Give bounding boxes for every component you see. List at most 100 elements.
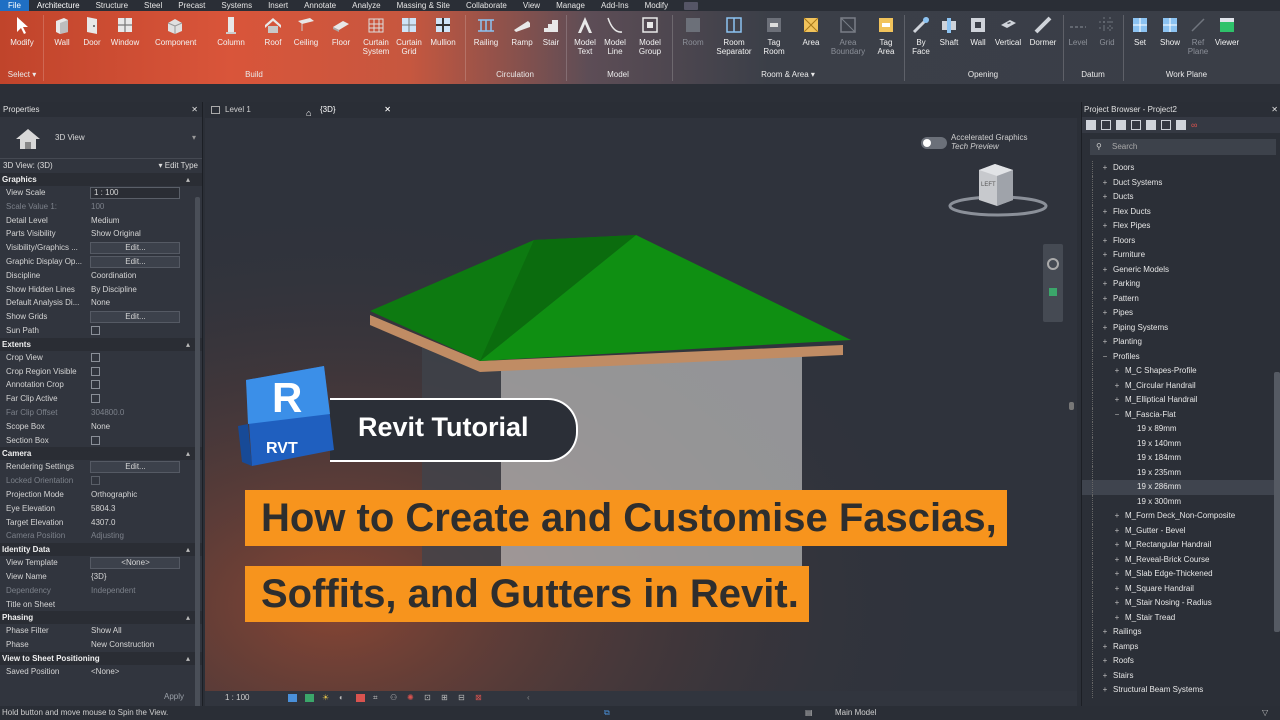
temp-hide-icon[interactable]: ⚇: [390, 693, 397, 702]
room-button[interactable]: Room: [673, 15, 713, 47]
property-value[interactable]: <None>: [90, 665, 180, 679]
component-button[interactable]: Component: [155, 15, 196, 47]
expand-icon[interactable]: +: [1112, 393, 1122, 408]
expand-icon[interactable]: +: [1100, 640, 1110, 655]
section-view-to-sheet-positioning[interactable]: View to Sheet Positioning ▴: [0, 651, 202, 665]
checkbox[interactable]: [91, 366, 100, 376]
expand-icon[interactable]: +: [1100, 234, 1110, 249]
collapse-icon[interactable]: ▴: [186, 338, 190, 351]
accelerated-graphics-toggle[interactable]: [921, 137, 947, 149]
tree-node-floors[interactable]: + Floors: [1082, 233, 1274, 249]
collapse-icon[interactable]: ▴: [186, 173, 190, 186]
property-value[interactable]: [90, 378, 180, 392]
house-left-wall[interactable]: [422, 346, 501, 588]
tree-node-planting[interactable]: + Planting: [1082, 335, 1274, 350]
property-value[interactable]: Edit...: [90, 311, 180, 324]
detail-level-icon[interactable]: [288, 694, 297, 702]
tree-node-m-stair-nosing-radius[interactable]: + M_Stair Nosing - Radius: [1082, 596, 1274, 611]
expand-icon[interactable]: +: [1112, 364, 1122, 379]
tree-node-profiles[interactable]: − Profiles: [1082, 349, 1274, 365]
house-front-wall[interactable]: [501, 356, 802, 588]
tree-node-m-elliptical-handrail[interactable]: + M_Elliptical Handrail: [1082, 393, 1274, 408]
dormer-button[interactable]: Dormer: [1023, 15, 1063, 47]
property-value[interactable]: [90, 434, 180, 448]
menu-modify[interactable]: Modify: [637, 0, 677, 11]
expand-icon[interactable]: +: [1100, 683, 1110, 698]
expand-icon[interactable]: +: [1100, 321, 1110, 336]
collapse-icon[interactable]: −: [1100, 350, 1110, 365]
tree-node-m-form-deck-non-composite[interactable]: + M_Form Deck_Non-Composite: [1082, 509, 1274, 524]
expand-icon[interactable]: +: [1112, 611, 1122, 626]
menu-systems[interactable]: Systems: [213, 0, 260, 11]
expand-icon[interactable]: +: [1100, 306, 1110, 321]
tree-node-m-gutter-bevel[interactable]: + M_Gutter - Bevel: [1082, 523, 1274, 539]
tree-node-19-x-184mm[interactable]: 19 x 184mm: [1082, 451, 1274, 466]
property-value[interactable]: [90, 392, 180, 406]
tree-node-railings[interactable]: + Railings: [1082, 625, 1274, 640]
tree-node-ducts[interactable]: + Ducts: [1082, 190, 1274, 205]
model-group-button[interactable]: Model Group: [630, 15, 670, 56]
expand-icon[interactable]: +: [1100, 161, 1110, 176]
window-button[interactable]: Window: [105, 15, 145, 47]
families-icon[interactable]: [1146, 120, 1156, 130]
section-extents[interactable]: Extents ▴: [0, 337, 202, 351]
expand-icon[interactable]: +: [1100, 335, 1110, 350]
menu-insert[interactable]: Insert: [260, 0, 296, 11]
property-value[interactable]: [90, 324, 180, 338]
expand-icon[interactable]: +: [1112, 509, 1122, 524]
section-phasing[interactable]: Phasing ▴: [0, 611, 202, 625]
property-value[interactable]: 5804.3: [90, 502, 180, 516]
collapse-icon[interactable]: ▴: [186, 543, 190, 556]
property-value[interactable]: Show Original: [90, 227, 180, 241]
viewport-scrollbar[interactable]: [1069, 402, 1074, 410]
menu-analyze[interactable]: Analyze: [344, 0, 388, 11]
property-value[interactable]: [90, 365, 180, 379]
expand-icon[interactable]: +: [1112, 596, 1122, 611]
lock-view-icon[interactable]: ⊡: [424, 693, 431, 702]
tree-node-19-x-140mm[interactable]: 19 x 140mm: [1082, 436, 1274, 451]
expand-icon[interactable]: +: [1112, 567, 1122, 582]
tree-node-roofs[interactable]: + Roofs: [1082, 654, 1274, 669]
menu-collaborate[interactable]: Collaborate: [458, 0, 515, 11]
properties-scrollbar[interactable]: [195, 197, 200, 717]
section-identity-data[interactable]: Identity Data ▴: [0, 543, 202, 557]
checkbox[interactable]: [91, 380, 100, 390]
tree-node-parking[interactable]: + Parking: [1082, 277, 1274, 292]
tree-node-flex-pipes[interactable]: + Flex Pipes: [1082, 219, 1274, 234]
room-separator-button[interactable]: Room Separator: [714, 15, 754, 56]
viewcube[interactable]: LEFT: [947, 162, 1049, 220]
property-value[interactable]: Edit...: [90, 461, 180, 474]
checkbox[interactable]: [91, 352, 100, 362]
groups-icon[interactable]: [1161, 120, 1171, 130]
tree-node-19-x-235mm[interactable]: 19 x 235mm: [1082, 465, 1274, 480]
menu-massing-site[interactable]: Massing & Site: [389, 0, 458, 11]
checkbox[interactable]: [91, 435, 100, 445]
floor-button[interactable]: Floor: [321, 15, 361, 47]
menu-steel[interactable]: Steel: [136, 0, 170, 11]
collapse-icon[interactable]: ▴: [186, 611, 190, 624]
expand-icon[interactable]: +: [1100, 219, 1110, 234]
tab-3d[interactable]: ⌂ {3D} ✕: [300, 102, 395, 118]
tree-node-generic-models[interactable]: + Generic Models: [1082, 262, 1274, 277]
menu-manage[interactable]: Manage: [548, 0, 593, 11]
navigation-bar[interactable]: [1043, 244, 1063, 322]
expand-icon[interactable]: +: [1112, 538, 1122, 553]
filter-icon[interactable]: ▽: [1262, 706, 1268, 720]
property-value[interactable]: <None>: [90, 557, 180, 570]
checkbox[interactable]: [91, 394, 100, 404]
property-value[interactable]: Coordination: [90, 269, 180, 283]
property-value[interactable]: Medium: [90, 214, 180, 228]
browser-scrollbar[interactable]: [1274, 372, 1280, 632]
view-scale-label[interactable]: 1 : 100: [225, 693, 249, 702]
expand-icon[interactable]: +: [1100, 625, 1110, 640]
expand-icon[interactable]: +: [1112, 524, 1122, 539]
crop-icon[interactable]: ⌗: [373, 693, 378, 703]
expand-icon[interactable]: +: [1112, 582, 1122, 597]
menu-view[interactable]: View: [515, 0, 548, 11]
section-camera[interactable]: Camera ▴: [0, 447, 202, 461]
ceiling-button[interactable]: Ceiling: [286, 15, 326, 47]
tree-node-ramps[interactable]: + Ramps: [1082, 639, 1274, 655]
menu-annotate[interactable]: Annotate: [296, 0, 344, 11]
type-selector[interactable]: 3D View ▾: [0, 117, 202, 159]
property-value[interactable]: Edit...: [90, 255, 180, 268]
